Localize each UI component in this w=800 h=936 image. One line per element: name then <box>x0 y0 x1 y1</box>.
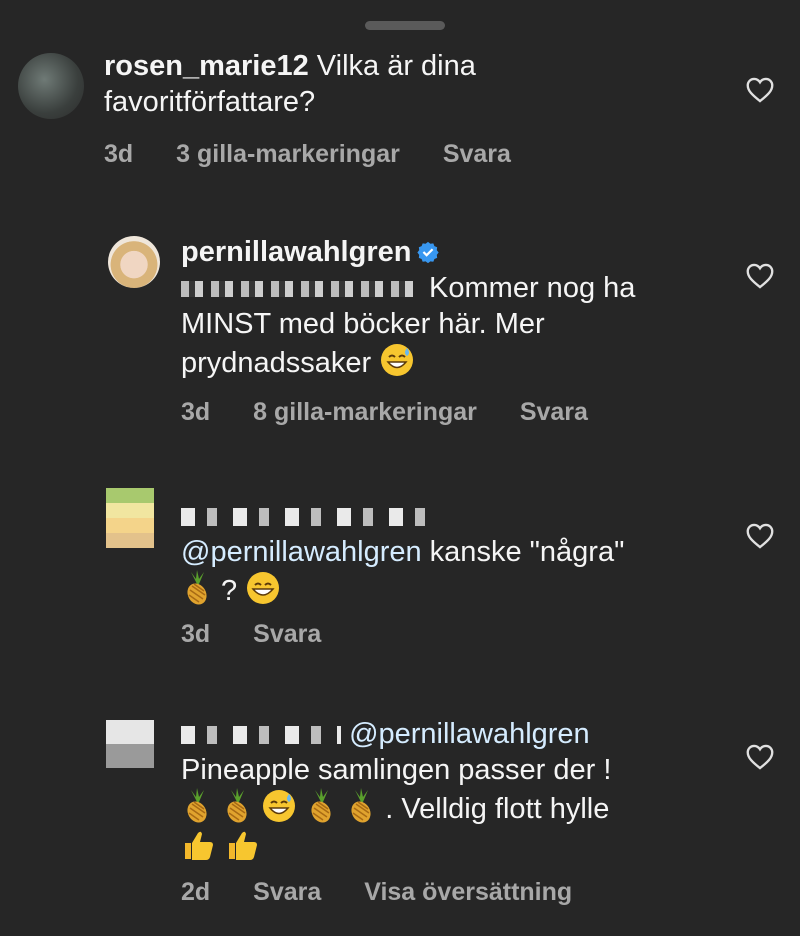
comment-text: @pernillawahlgren Pineapple samlingen pa… <box>181 716 611 866</box>
timestamp: 2d <box>181 878 211 906</box>
reply-button[interactable]: Svara <box>253 878 321 906</box>
sweat-smile-emoji <box>379 342 415 378</box>
reply-button[interactable]: Svara <box>443 140 511 168</box>
timestamp: 3d <box>181 398 211 426</box>
likes-count[interactable]: 8 gilla-markeringar <box>253 398 477 426</box>
comment-text: @pernillawahlgren kanske "några" ? <box>181 498 624 609</box>
username[interactable]: pernillawahlgren <box>181 236 411 268</box>
timestamp: 3d <box>104 140 134 168</box>
likes-count[interactable]: 3 gilla-markeringar <box>176 140 400 168</box>
timestamp: 3d <box>181 620 211 648</box>
thumbs-up-emoji <box>181 827 217 863</box>
comment-text: pernillawahlgren Kommer nog ha MINST med… <box>181 236 636 379</box>
translate-button[interactable]: Visa översättning <box>364 878 572 906</box>
pineapple-emoji <box>221 788 253 824</box>
avatar[interactable] <box>106 720 154 768</box>
reply-button[interactable]: Svara <box>253 620 321 648</box>
username-blurred[interactable] <box>181 726 341 745</box>
thumbs-up-emoji <box>225 827 261 863</box>
heart-outline-icon[interactable] <box>746 263 774 289</box>
pineapple-emoji <box>181 570 213 606</box>
grin-emoji <box>245 570 281 606</box>
heart-outline-icon[interactable] <box>746 77 774 103</box>
pineapple-emoji <box>345 788 377 824</box>
mention-blurred[interactable] <box>181 281 421 298</box>
avatar[interactable] <box>106 488 154 548</box>
verified-badge-icon <box>417 241 439 263</box>
heart-outline-icon[interactable] <box>746 523 774 549</box>
heart-outline-icon[interactable] <box>746 744 774 770</box>
comment-meta: 3d 3 gilla-markeringar Svara <box>104 140 547 169</box>
sheet-drag-handle[interactable] <box>365 21 445 30</box>
username[interactable]: rosen_marie12 <box>104 50 309 82</box>
avatar[interactable] <box>18 53 84 119</box>
avatar[interactable] <box>108 236 160 288</box>
mention-link[interactable]: @pernillawahlgren <box>181 536 422 568</box>
reply-button[interactable]: Svara <box>520 398 588 426</box>
comment-text: rosen_marie12 Vilka är dina favoritförfa… <box>104 50 476 118</box>
sweat-smile-emoji <box>261 788 297 824</box>
username-blurred[interactable] <box>181 508 431 527</box>
mention-link[interactable]: @pernillawahlgren <box>349 718 590 750</box>
comment-meta: 2d Svara Visa översättning <box>181 878 608 907</box>
comment-meta: 3d 8 gilla-markeringar Svara <box>181 398 624 427</box>
pineapple-emoji <box>181 788 213 824</box>
comment-meta: 3d Svara <box>181 620 357 649</box>
pineapple-emoji <box>305 788 337 824</box>
